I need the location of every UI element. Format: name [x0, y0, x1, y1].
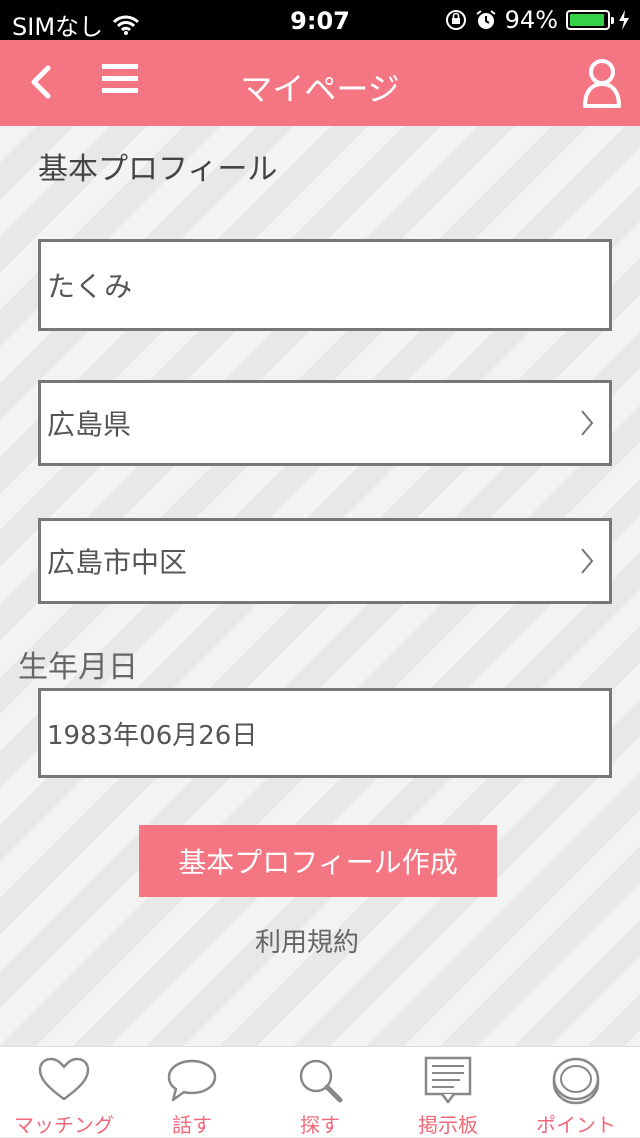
- tab-label: マッチング: [14, 1113, 114, 1137]
- navigation-bar: マイページ: [0, 40, 640, 126]
- search-icon: [299, 1059, 343, 1103]
- charging-bolt-icon: [619, 10, 629, 30]
- board-icon: [424, 1056, 472, 1104]
- section-title: 基本プロフィール: [38, 152, 278, 187]
- prefecture-value: 広島県: [47, 408, 132, 441]
- status-indicators: 94%: [445, 6, 630, 34]
- create-profile-button[interactable]: 基本プロフィール作成: [139, 825, 497, 897]
- name-field[interactable]: たくみ: [38, 239, 612, 331]
- coin-icon: [552, 1057, 600, 1105]
- tab-bar: マッチング 話す 探す 掲示板 ポイント: [0, 1046, 640, 1137]
- tab-matching[interactable]: マッチング: [0, 1051, 128, 1137]
- chevron-right-icon: [581, 548, 594, 574]
- page-title: マイページ: [240, 70, 400, 108]
- terms-link[interactable]: 利用規約: [0, 922, 614, 959]
- prefecture-select[interactable]: 広島県: [38, 380, 612, 466]
- profile-form: 基本プロフィール たくみ 広島県 広島市中区 生年月日 1983年06月26日 …: [0, 126, 640, 1046]
- tab-talk[interactable]: 話す: [128, 1051, 256, 1137]
- user-profile-icon[interactable]: [580, 56, 624, 110]
- status-bar: SIMなし 9:07 94%: [0, 0, 640, 41]
- tab-search[interactable]: 探す: [256, 1051, 384, 1137]
- tab-label: 話す: [172, 1113, 212, 1137]
- name-value: たくみ: [47, 270, 133, 303]
- tab-label: 掲示板: [418, 1113, 478, 1137]
- birthdate-label: 生年月日: [18, 650, 138, 685]
- rotation-lock-icon: [445, 10, 466, 30]
- tab-label: ポイント: [536, 1113, 616, 1137]
- battery-percent: 94%: [504, 6, 558, 34]
- tab-points[interactable]: ポイント: [512, 1051, 640, 1137]
- battery-fill: [570, 14, 604, 26]
- birthdate-value: 1983年06月26日: [47, 720, 258, 751]
- speech-bubble-icon: [167, 1059, 217, 1102]
- battery-icon: [566, 10, 614, 30]
- city-value: 広島市中区: [47, 546, 188, 579]
- tab-label: 探す: [300, 1113, 340, 1137]
- city-select[interactable]: 広島市中区: [38, 518, 612, 604]
- tab-board[interactable]: 掲示板: [384, 1051, 512, 1137]
- alarm-icon: [476, 10, 496, 29]
- birthdate-field[interactable]: 1983年06月26日: [38, 688, 612, 778]
- heart-icon: [38, 1057, 90, 1101]
- chevron-right-icon: [581, 410, 594, 436]
